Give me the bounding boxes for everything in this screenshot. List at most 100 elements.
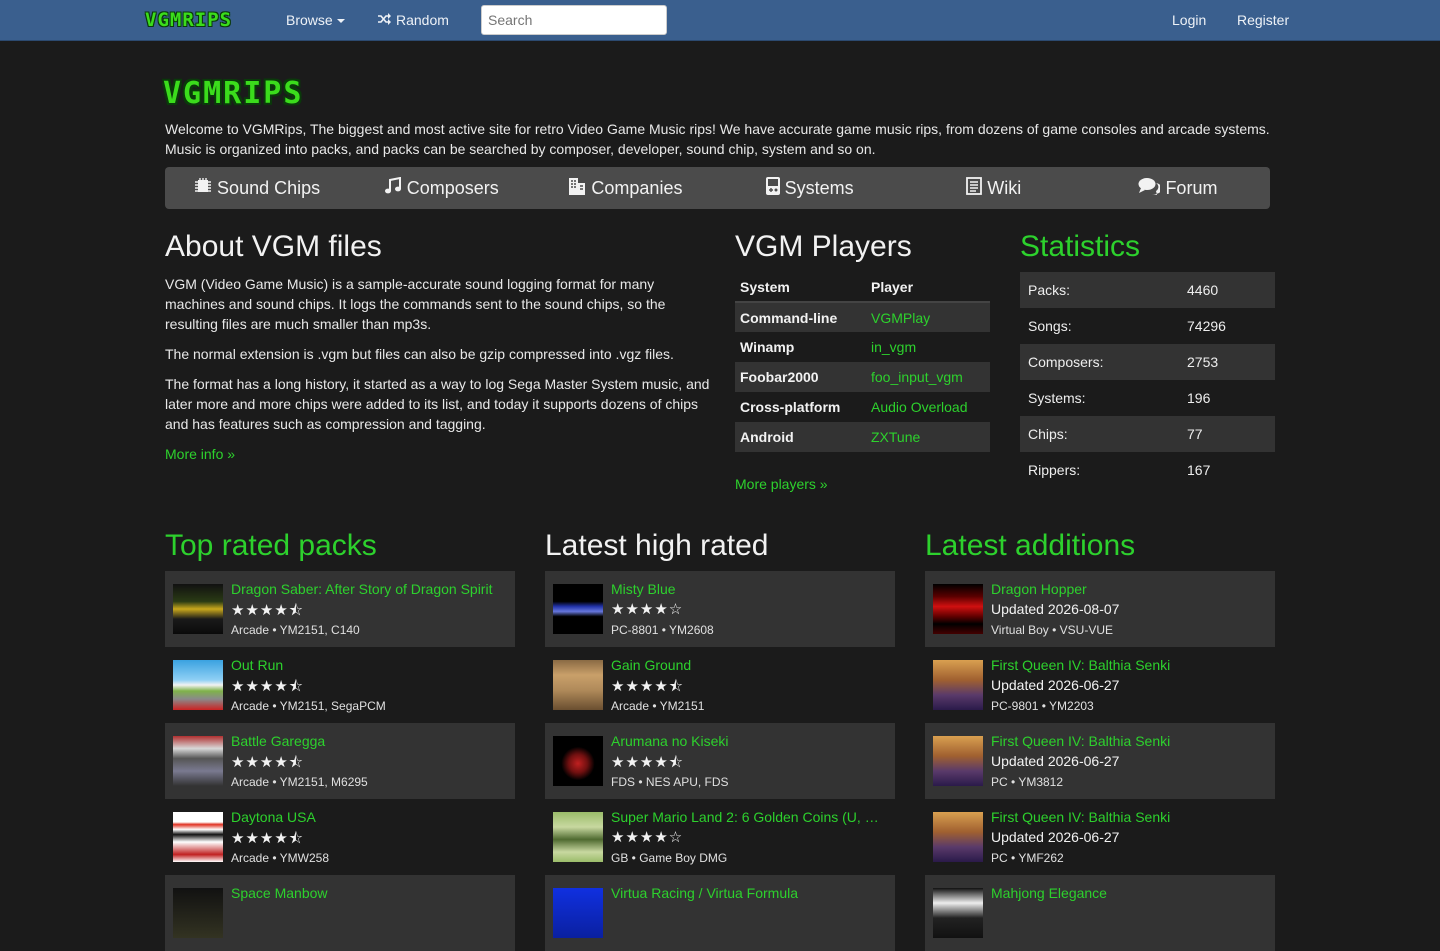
pack-meta: Arcade • YM2151: [611, 699, 705, 713]
linkbar-forum[interactable]: Forum: [1086, 167, 1270, 209]
pack-title-link[interactable]: Space Manbow: [231, 885, 507, 901]
pack-meta: Arcade • YM2151, SegaPCM: [231, 699, 386, 713]
column-header-system: System: [735, 272, 866, 303]
linkbar-sound-chips[interactable]: Sound Chips: [165, 167, 349, 209]
linkbar-label: Wiki: [987, 177, 1022, 198]
table-row: Songs: 74296: [1020, 308, 1275, 344]
list-item: Battle Garegga ★★★★⯪ Arcade • YM2151, M6…: [165, 723, 515, 799]
player-system: Foobar2000: [735, 362, 866, 392]
stat-label: Rippers:: [1028, 462, 1081, 478]
login-link[interactable]: Login: [1172, 12, 1206, 28]
pack-title-link[interactable]: Gain Ground: [611, 657, 887, 673]
register-link[interactable]: Register: [1237, 12, 1289, 28]
star-rating: ★★★★⯪: [611, 678, 684, 695]
pack-title-link[interactable]: Dragon Hopper: [991, 581, 1267, 597]
statistics-title: Statistics: [1020, 230, 1141, 263]
random-link[interactable]: Random: [378, 12, 449, 28]
linkbar-systems[interactable]: Systems: [718, 167, 902, 209]
star-rating: ★★★★⯪: [231, 830, 304, 847]
player-link[interactable]: VGMPlay: [871, 310, 930, 326]
pack-thumbnail[interactable]: [173, 584, 223, 634]
pack-title-link[interactable]: Arumana no Kiseki: [611, 733, 887, 749]
pack-thumbnail[interactable]: [553, 736, 603, 786]
pack-meta: Arcade • YMW258: [231, 851, 330, 865]
latest-additions-list: Dragon Hopper Updated 2026-08-07 Virtual…: [925, 571, 1275, 951]
pack-title-link[interactable]: Out Run: [231, 657, 507, 673]
pack-thumbnail[interactable]: [553, 584, 603, 634]
navbar-logo[interactable]: VGMRIPS: [145, 9, 232, 31]
pack-title-link[interactable]: Mahjong Elegance: [991, 885, 1267, 901]
pack-meta: Arcade • YM2151, C140: [231, 623, 360, 637]
pack-thumbnail[interactable]: [933, 660, 983, 710]
player-system: Cross-platform: [740, 399, 841, 415]
pack-thumbnail[interactable]: [933, 736, 983, 786]
more-players-link[interactable]: More players »: [735, 476, 828, 492]
table-row: Winamp in_vgm: [735, 332, 990, 362]
column-header-player: Player: [866, 272, 990, 303]
table-row: Command-line VGMPlay: [735, 302, 990, 332]
caret-down-icon: [336, 19, 345, 24]
pack-meta: Arcade • YM2151, M6295: [231, 775, 368, 789]
pack-title-link[interactable]: First Queen IV: Balthia Senki: [991, 657, 1267, 673]
more-info-link[interactable]: More info »: [165, 446, 235, 462]
player-link[interactable]: foo_input_vgm: [871, 369, 963, 385]
linkbar-label: Sound Chips: [217, 177, 321, 198]
list-item: Daytona USA ★★★★⯪ Arcade • YMW258: [165, 799, 515, 875]
stat-value: 196: [1187, 390, 1211, 406]
player-link[interactable]: in_vgm: [871, 339, 916, 355]
pack-thumbnail[interactable]: [553, 888, 603, 938]
pack-thumbnail[interactable]: [933, 888, 983, 938]
pack-title-link[interactable]: First Queen IV: Balthia Senki: [991, 809, 1267, 825]
browse-dropdown[interactable]: Browse: [286, 12, 345, 28]
about-section: VGM (Video Game Music) is a sample-accur…: [165, 274, 710, 464]
stat-label: Systems:: [1028, 390, 1086, 406]
about-paragraph: The normal extension is .vgm but files c…: [165, 346, 674, 362]
pack-title-link[interactable]: First Queen IV: Balthia Senki: [991, 733, 1267, 749]
players-title: VGM Players: [735, 230, 912, 263]
linkbar-composers[interactable]: Composers: [349, 167, 533, 209]
pack-title-link[interactable]: Dragon Saber: After Story of Dragon Spir…: [231, 581, 507, 597]
pack-meta: PC • YM3812: [991, 775, 1064, 789]
linkbar-label: Companies: [591, 177, 683, 198]
list-item: Dragon Hopper Updated 2026-08-07 Virtual…: [925, 571, 1275, 647]
player-system: Command-line: [735, 302, 866, 332]
list-item: Virtua Racing / Virtua Formula: [545, 875, 895, 951]
pack-thumbnail[interactable]: [553, 812, 603, 862]
updated-date: Updated 2026-06-27: [991, 677, 1120, 693]
top-rated-title: Top rated packs: [165, 529, 377, 562]
list-item: First Queen IV: Balthia Senki Updated 20…: [925, 799, 1275, 875]
pack-title-link[interactable]: Misty Blue: [611, 581, 887, 597]
star-rating: ★★★★☆: [611, 601, 684, 618]
updated-date: Updated 2026-08-07: [991, 601, 1120, 617]
about-paragraph: VGM (Video Game Music) is a sample-accur…: [165, 276, 666, 332]
pack-meta: FDS • NES APU, FDS: [611, 775, 729, 789]
star-rating: ★★★★⯪: [231, 602, 304, 619]
pack-thumbnail[interactable]: [173, 812, 223, 862]
search-input[interactable]: [481, 5, 667, 35]
linkbar-companies[interactable]: Companies: [533, 167, 717, 209]
pack-thumbnail[interactable]: [933, 584, 983, 634]
stat-label: Composers:: [1020, 344, 1179, 380]
list-item: Out Run ★★★★⯪ Arcade • YM2151, SegaPCM: [165, 647, 515, 723]
pack-title-link[interactable]: Battle Garegga: [231, 733, 507, 749]
pack-title-link[interactable]: Super Mario Land 2: 6 Golden Coins (U, …: [611, 809, 887, 825]
pack-thumbnail[interactable]: [553, 660, 603, 710]
pack-title-link[interactable]: Virtua Racing / Virtua Formula: [611, 885, 887, 901]
pack-thumbnail[interactable]: [173, 888, 223, 938]
pack-thumbnail[interactable]: [173, 660, 223, 710]
player-link[interactable]: Audio Overload: [871, 399, 968, 415]
linkbar-label: Systems: [784, 177, 854, 198]
table-row: Composers: 2753: [1020, 344, 1275, 380]
random-label: Random: [396, 12, 449, 28]
pack-meta: Virtual Boy • VSU-VUE: [991, 623, 1114, 637]
book-icon: [966, 176, 987, 200]
star-rating: ★★★★⯪: [611, 754, 684, 771]
pack-thumbnail[interactable]: [933, 812, 983, 862]
pack-title-link[interactable]: Daytona USA: [231, 809, 507, 825]
star-rating: ★★★★☆: [611, 829, 684, 846]
pack-thumbnail[interactable]: [173, 736, 223, 786]
player-link[interactable]: ZXTune: [871, 429, 920, 445]
players-table: System Player Command-line VGMPlay Winamp…: [735, 272, 990, 452]
linkbar-wiki[interactable]: Wiki: [902, 167, 1086, 209]
list-item: Dragon Saber: After Story of Dragon Spir…: [165, 571, 515, 647]
